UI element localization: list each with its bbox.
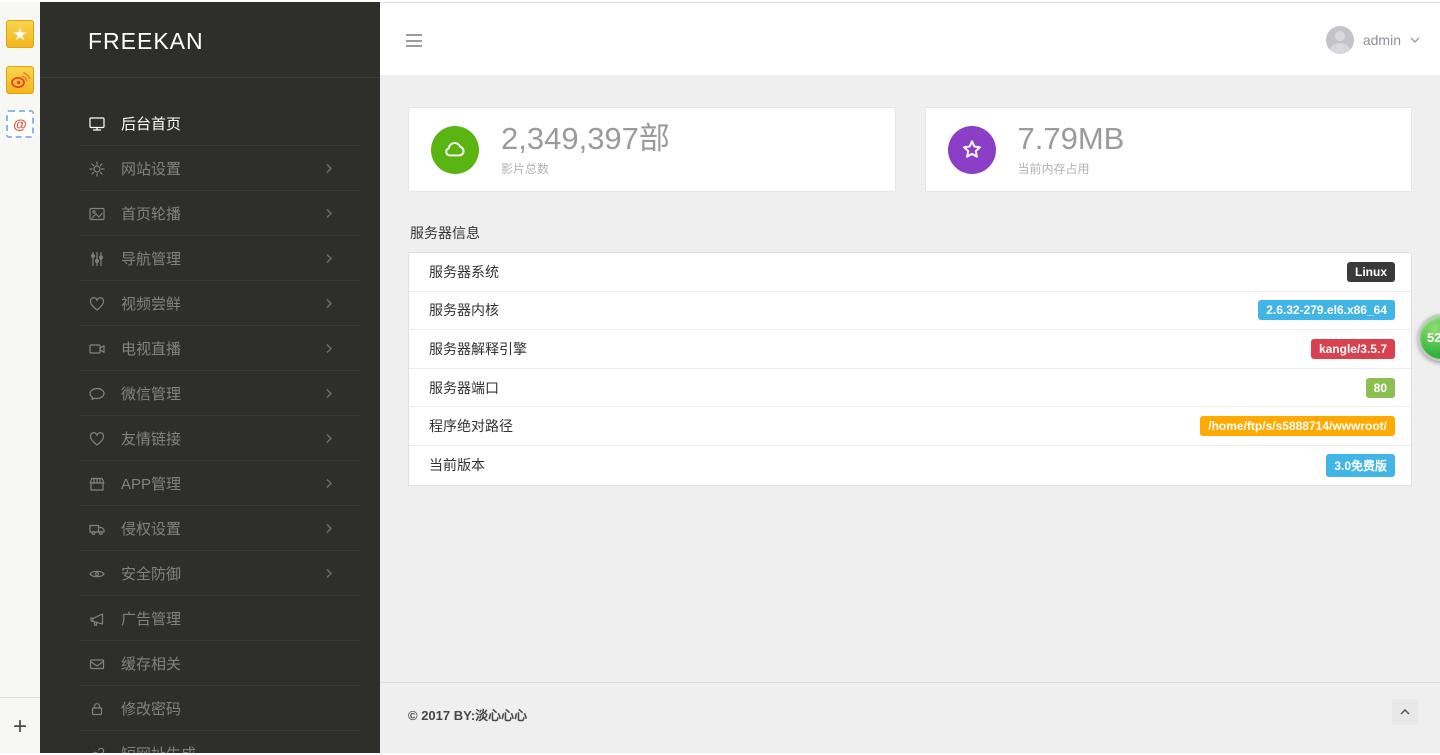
status-badge: Linux [1347, 262, 1395, 282]
sidebar-item-dashboard[interactable]: 后台首页 [40, 101, 380, 146]
user-menu[interactable]: admin [1326, 3, 1420, 76]
avatar [1326, 26, 1354, 54]
cloud-icon [431, 126, 479, 174]
weibo-share-button[interactable] [6, 66, 34, 94]
sidebar-item-nav-management[interactable]: 导航管理 [40, 236, 380, 281]
status-badge: 2.6.32-279.el6.x86_64 [1258, 300, 1395, 320]
at-icon: @ [13, 116, 27, 132]
chevron-right-icon [326, 160, 332, 177]
sidebar-item-app-management[interactable]: APP管理 [40, 461, 380, 506]
chat-bubble-icon [88, 385, 106, 403]
stat-card-memory: 7.79MB 当前内存占用 [925, 107, 1413, 192]
sidebar-item-site-settings[interactable]: 网站设置 [40, 146, 380, 191]
chevron-right-icon [326, 205, 332, 222]
star-icon: ★ [12, 26, 27, 43]
sidebar-item-ad-management[interactable]: 广告管理 [40, 596, 380, 641]
top-header: admin [380, 2, 1440, 75]
add-icon[interactable]: + [13, 715, 27, 739]
eye-icon [88, 565, 106, 583]
server-row-path: 程序绝对路径 /home/ftp/s/s5888714/wwwroot/ [409, 407, 1411, 446]
favorites-button[interactable]: ★ [6, 20, 34, 48]
stat-value: 2,349,397部 [501, 122, 670, 156]
status-badge: /home/ftp/s/s5888714/wwwroot/ [1200, 416, 1395, 436]
stat-value: 7.79MB [1018, 122, 1125, 156]
dashboard-content: 2,349,397部 影片总数 7.79MB 当前内存占用 服务器信息 服务器系… [380, 75, 1440, 682]
window-top-edge [0, 0, 1440, 2]
stat-cards: 2,349,397部 影片总数 7.79MB 当前内存占用 [408, 107, 1412, 192]
chevron-right-icon [326, 475, 332, 492]
sidebar-item-wechat-management[interactable]: 微信管理 [40, 371, 380, 416]
sidebar-item-infringement-settings[interactable]: 侵权设置 [40, 506, 380, 551]
heart-icon [88, 430, 106, 448]
sidebar-item-friend-links[interactable]: 友情链接 [40, 416, 380, 461]
server-row-version: 当前版本 3.0免费版 [409, 446, 1411, 485]
status-badge: kangle/3.5.7 [1311, 339, 1395, 359]
chevron-right-icon [326, 430, 332, 447]
username-label: admin [1363, 32, 1401, 48]
heart-icon [88, 295, 106, 313]
browser-edge-toolbar: ★ @ + [0, 0, 40, 755]
server-info-panel: 服务器系统 Linux 服务器内核 2.6.32-279.el6.x86_64 … [408, 252, 1412, 486]
sidebar-item-security-defense[interactable]: 安全防御 [40, 551, 380, 596]
app-logo: FREEKAN [40, 2, 380, 78]
server-info-title: 服务器信息 [410, 223, 1412, 243]
sidebar-menu: 后台首页 网站设置 首页轮播 导航管理 视频尝鲜 电视直播 [40, 101, 380, 755]
sidebar-toggle-button[interactable] [406, 34, 422, 47]
sidebar-item-cache-related[interactable]: 缓存相关 [40, 641, 380, 686]
megaphone-icon [88, 610, 106, 628]
copyright-text: © 2017 BY:淡心心心 [408, 708, 527, 723]
server-row-os: 服务器系统 Linux [409, 253, 1411, 292]
monitor-icon [88, 115, 106, 133]
sidebar-item-home-carousel[interactable]: 首页轮播 [40, 191, 380, 236]
server-row-kernel: 服务器内核 2.6.32-279.el6.x86_64 [409, 292, 1411, 331]
main-area: admin 2,349,397部 影片总数 7. [380, 0, 1440, 755]
sidebar-item-change-password[interactable]: 修改密码 [40, 686, 380, 731]
video-camera-icon [88, 340, 106, 358]
stat-label: 当前内存占用 [1018, 160, 1125, 177]
chevron-right-icon [326, 340, 332, 357]
server-row-port: 服务器端口 80 [409, 369, 1411, 408]
chevron-right-icon [326, 295, 332, 312]
sliders-icon [88, 250, 106, 268]
sidebar-item-tv-live[interactable]: 电视直播 [40, 326, 380, 371]
weibo-icon [9, 69, 31, 91]
footer: © 2017 BY:淡心心心 [380, 682, 1440, 755]
sidebar: FREEKAN 后台首页 网站设置 首页轮播 导航管理 视频尝鲜 [40, 2, 380, 755]
sidebar-item-video-preview[interactable]: 视频尝鲜 [40, 281, 380, 326]
server-row-engine: 服务器解释引擎 kangle/3.5.7 [409, 330, 1411, 369]
chevron-down-icon [1410, 37, 1420, 43]
chevron-up-icon [1400, 709, 1410, 715]
mail-button[interactable]: @ [6, 110, 34, 138]
scroll-to-top-button[interactable] [1392, 699, 1418, 725]
star-icon [948, 126, 996, 174]
lock-icon [88, 700, 106, 718]
envelope-icon [88, 655, 106, 673]
chevron-right-icon [326, 250, 332, 267]
stat-card-movies: 2,349,397部 影片总数 [408, 107, 896, 192]
store-icon [88, 475, 106, 493]
chevron-right-icon [326, 520, 332, 537]
edge-toolbar-footer: + [0, 697, 40, 755]
stat-label: 影片总数 [501, 160, 670, 177]
status-badge: 80 [1366, 378, 1395, 398]
chevron-right-icon [326, 565, 332, 582]
status-badge: 3.0免费版 [1326, 454, 1395, 477]
chevron-right-icon [326, 385, 332, 402]
image-icon [88, 205, 106, 223]
truck-icon [88, 520, 106, 538]
sidebar-item-short-url[interactable]: 短网址生成 [40, 731, 380, 755]
gear-icon [88, 160, 106, 178]
